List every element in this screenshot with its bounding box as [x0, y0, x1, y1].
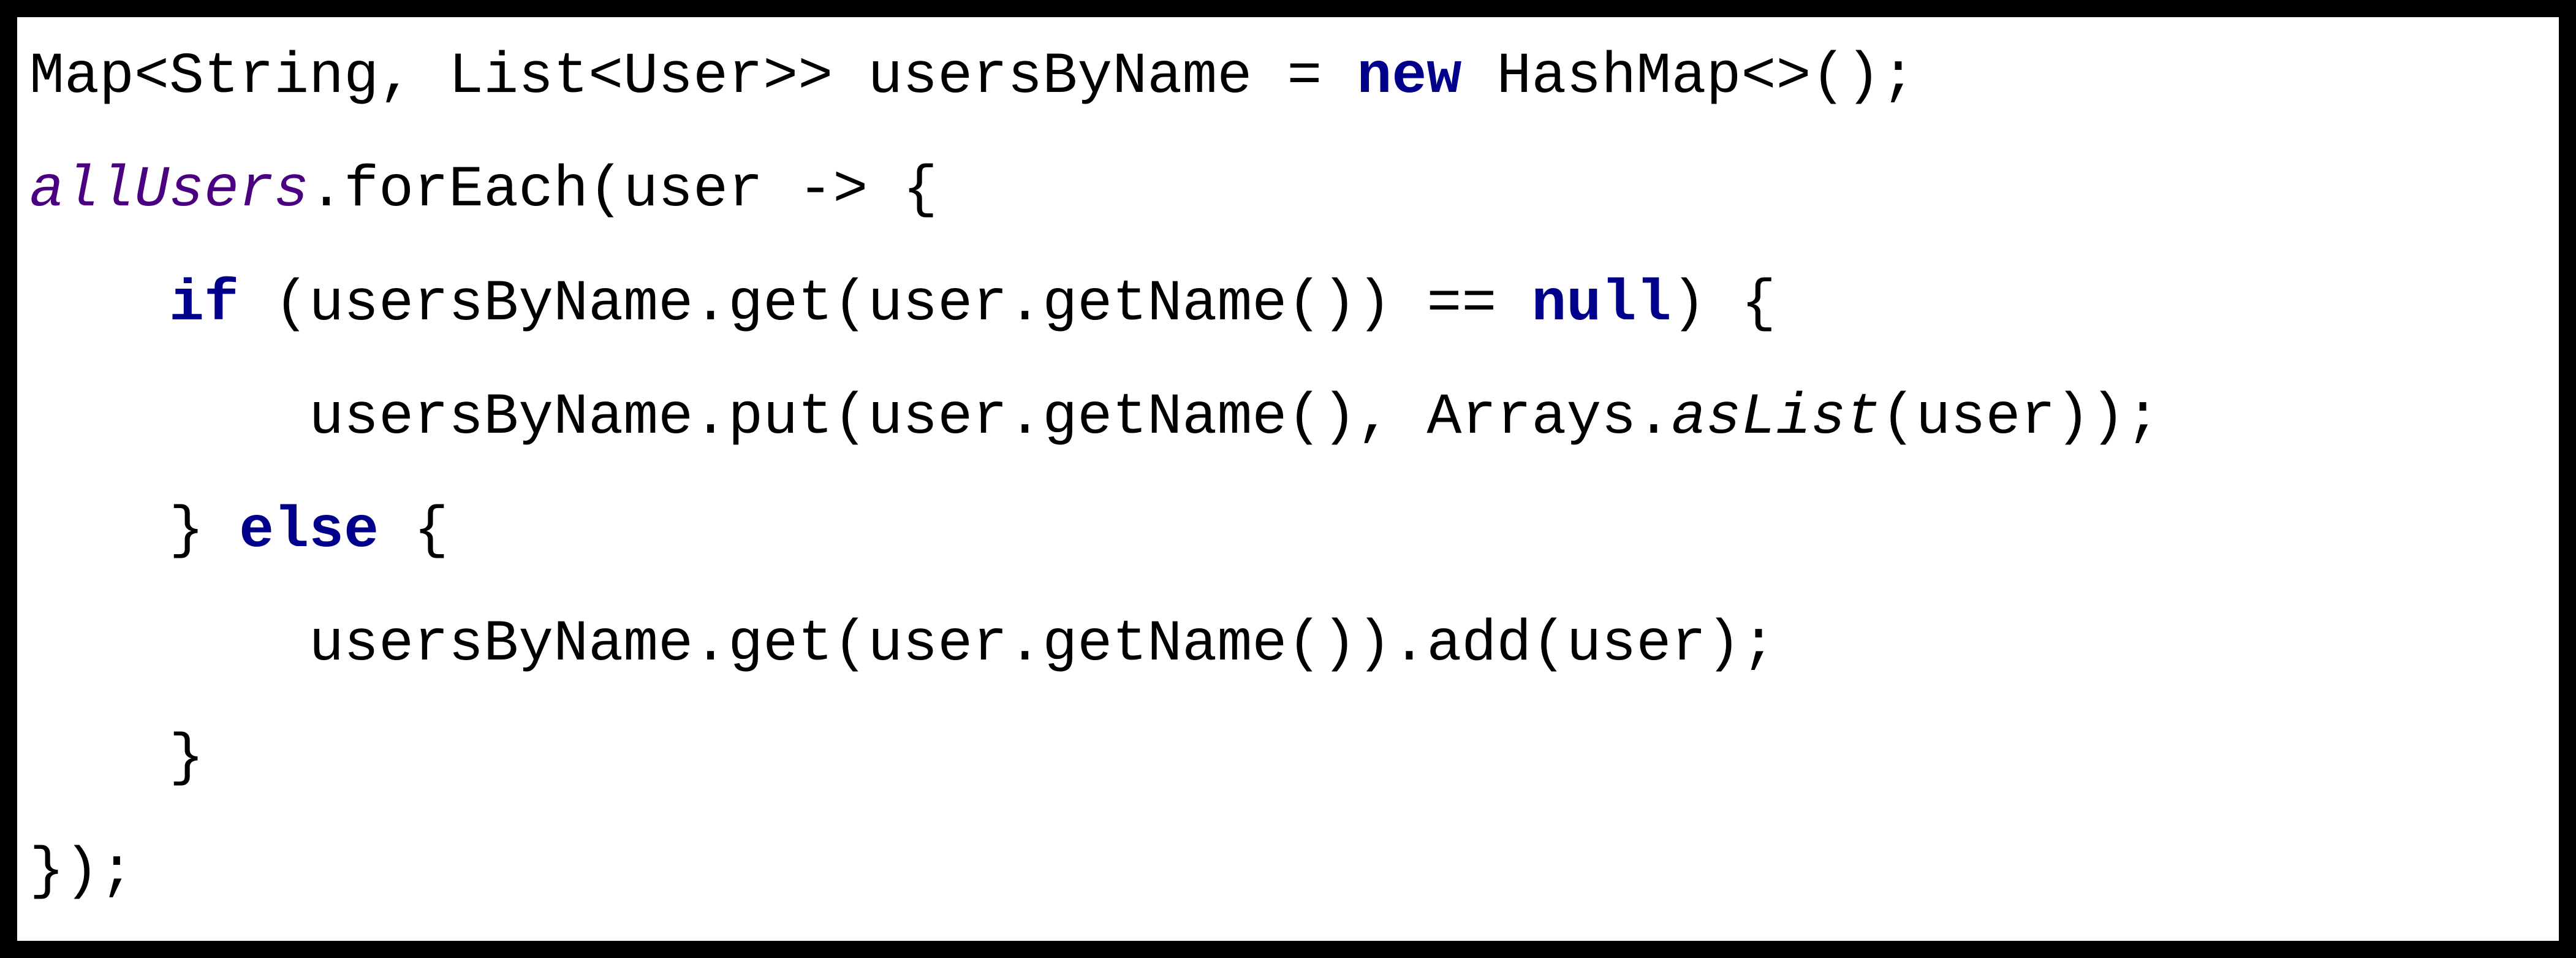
code-text: HashMap<>();	[1461, 44, 1915, 110]
code-line-5: } else {	[29, 498, 449, 564]
code-line-8: });	[29, 838, 134, 905]
indent	[29, 384, 309, 450]
code-line-7: }	[29, 725, 204, 791]
code-text: });	[29, 838, 134, 905]
keyword-null: null	[1531, 271, 1671, 337]
code-line-4: usersByName.put(user.getName(), Arrays.a…	[29, 384, 2161, 450]
code-text: usersByName.put(user.getName(), Arrays.	[309, 384, 1671, 450]
code-line-6: usersByName.get(user.getName()).add(user…	[29, 611, 1776, 677]
keyword-else: else	[239, 498, 379, 564]
code-block: Map<String, List<User>> usersByName = ne…	[17, 17, 2559, 941]
indent	[29, 271, 169, 337]
code-text: (user));	[1881, 384, 2161, 450]
keyword-new: new	[1357, 44, 1461, 110]
code-text: usersByName.get(user.getName()).add(user…	[309, 611, 1776, 677]
code-text: }	[169, 725, 204, 791]
identifier-allusers: allUsers	[29, 157, 309, 223]
code-text: Map<String, List<User>> usersByName =	[29, 44, 1357, 110]
code-text: .forEach(user -> {	[309, 157, 938, 223]
keyword-if: if	[169, 271, 239, 337]
code-line-2: allUsers.forEach(user -> {	[29, 157, 938, 223]
indent	[29, 498, 169, 564]
indent	[29, 725, 169, 791]
code-text: }	[169, 498, 239, 564]
code-text: ) {	[1671, 271, 1776, 337]
code-text: {	[379, 498, 449, 564]
code-line-3: if (usersByName.get(user.getName()) == n…	[29, 271, 1776, 337]
code-line-1: Map<String, List<User>> usersByName = ne…	[29, 44, 1916, 110]
static-method-aslist: asList	[1671, 384, 1881, 450]
code-text: (usersByName.get(user.getName()) ==	[239, 271, 1531, 337]
indent	[29, 611, 309, 677]
